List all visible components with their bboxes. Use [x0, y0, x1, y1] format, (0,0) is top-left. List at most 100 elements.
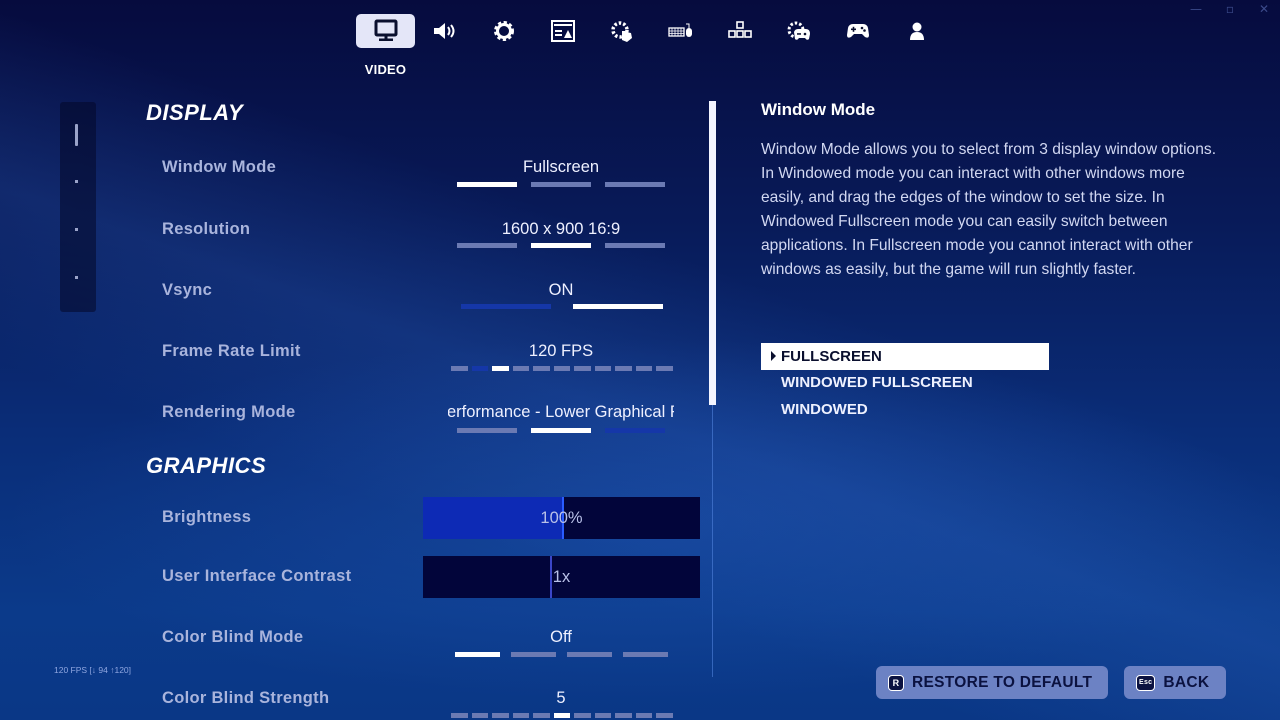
ui-layout-icon	[550, 20, 575, 42]
selector-segment[interactable]	[471, 713, 488, 718]
option-windowed[interactable]: WINDOWED	[761, 396, 1049, 423]
selector-segment[interactable]	[512, 713, 529, 718]
option-fullscreen[interactable]: FULLSCREEN	[761, 343, 1049, 370]
caret-right-icon	[771, 351, 776, 361]
scrollbar-track[interactable]	[712, 405, 713, 677]
color-blind-strength-selector[interactable]	[451, 713, 673, 718]
window-mode-selector[interactable]	[457, 182, 665, 187]
selector-segment[interactable]	[471, 366, 488, 371]
resolution-value[interactable]: 1600 x 900 16:9	[430, 220, 692, 239]
vsync-selector[interactable]	[461, 304, 663, 309]
selector-segment[interactable]	[457, 243, 517, 248]
section-title-graphics: GRAPHICS	[146, 453, 267, 478]
monitor-icon	[374, 19, 397, 41]
r-key-icon: R	[888, 674, 904, 691]
arrow-keys-icon	[727, 21, 752, 38]
back-button[interactable]: Esc BACK	[1124, 666, 1226, 699]
color-blind-strength-value[interactable]: 5	[430, 689, 692, 708]
tab-video[interactable]	[356, 14, 415, 48]
selector-segment[interactable]	[533, 366, 550, 371]
tab-account[interactable]	[887, 14, 946, 48]
description-title: Window Mode	[761, 100, 876, 119]
selector-segment[interactable]	[574, 713, 591, 718]
keyboard-mouse-icon	[667, 23, 692, 37]
selector-segment[interactable]	[461, 304, 551, 309]
selector-segment[interactable]	[623, 652, 668, 657]
vsync-value[interactable]: ON	[430, 281, 692, 300]
scrollbar-thumb[interactable]	[709, 101, 716, 405]
color-blind-mode-selector[interactable]	[455, 652, 668, 657]
window-mode-value[interactable]: Fullscreen	[430, 158, 692, 177]
ui-contrast-value: 1x	[552, 568, 571, 586]
selector-segment[interactable]	[573, 304, 663, 309]
rendering-mode-selector[interactable]	[457, 428, 665, 433]
section-indicator[interactable]	[75, 180, 78, 183]
touch-settings-icon	[610, 21, 632, 42]
selector-segment[interactable]	[656, 713, 673, 718]
selector-segment[interactable]	[457, 182, 517, 187]
section-indicator-active[interactable]	[75, 124, 78, 146]
tab-game[interactable]	[474, 14, 533, 48]
selector-segment[interactable]	[605, 428, 665, 433]
maximize-icon[interactable]: ▫	[1224, 2, 1236, 16]
fps-counter: 120 FPS [↓ 94 ↑120]	[54, 665, 132, 675]
tab-audio[interactable]	[415, 14, 474, 48]
resolution-selector[interactable]	[457, 243, 665, 248]
window-controls: — ▫ ✕	[1190, 2, 1270, 16]
tab-controller[interactable]	[828, 14, 887, 48]
selector-segment[interactable]	[455, 652, 500, 657]
selector-segment[interactable]	[451, 366, 468, 371]
selector-segment[interactable]	[567, 652, 612, 657]
selector-segment[interactable]	[615, 713, 632, 718]
vsync-label: Vsync	[162, 281, 213, 299]
selector-segment[interactable]	[574, 366, 591, 371]
selector-segment[interactable]	[531, 182, 591, 187]
brightness-slider[interactable]: 100%	[423, 497, 700, 539]
tab-touch[interactable]	[592, 14, 651, 48]
option-windowed-fullscreen[interactable]: WINDOWED FULLSCREEN	[761, 370, 1049, 397]
selector-segment[interactable]	[594, 713, 611, 718]
account-icon	[909, 22, 924, 40]
selector-segment[interactable]	[605, 182, 665, 187]
section-indicator[interactable]	[75, 276, 78, 279]
active-tab-label: VIDEO	[364, 62, 407, 77]
selector-segment[interactable]	[553, 713, 570, 718]
selector-segment[interactable]	[492, 713, 509, 718]
restore-to-default-button[interactable]: R RESTORE TO DEFAULT	[876, 666, 1108, 699]
close-icon[interactable]: ✕	[1258, 2, 1270, 16]
tab-accessibility[interactable]	[533, 14, 592, 48]
selector-segment[interactable]	[594, 366, 611, 371]
frame-rate-limit-label: Frame Rate Limit	[162, 342, 301, 360]
selector-segment[interactable]	[635, 366, 652, 371]
rendering-mode-label: Rendering Mode	[162, 403, 296, 421]
tab-controls[interactable]	[710, 14, 769, 48]
rendering-mode-value[interactable]: Performance - Lower Graphical Fidelity	[448, 403, 674, 422]
minimize-icon[interactable]: —	[1190, 2, 1202, 16]
description-body: Window Mode allows you to select from 3 …	[761, 141, 1217, 278]
selector-segment[interactable]	[531, 428, 591, 433]
color-blind-mode-value[interactable]: Off	[430, 628, 692, 647]
selector-segment[interactable]	[512, 366, 529, 371]
selector-segment[interactable]	[492, 366, 509, 371]
ui-contrast-slider[interactable]: 1x	[423, 556, 700, 598]
speaker-icon	[433, 23, 454, 39]
selector-segment[interactable]	[531, 243, 591, 248]
frame-rate-limit-value[interactable]: 120 FPS	[430, 342, 692, 361]
selector-segment[interactable]	[635, 713, 652, 718]
tab-keyboard-mouse[interactable]	[651, 14, 710, 48]
tab-controller-settings[interactable]	[769, 14, 828, 48]
frame-rate-limit-selector[interactable]	[451, 366, 673, 371]
window-mode-options-list: FULLSCREEN WINDOWED FULLSCREEN WINDOWED	[761, 343, 1049, 423]
gear-icon	[493, 21, 514, 41]
section-navigator[interactable]	[60, 102, 96, 312]
settings-tab-bar	[356, 14, 946, 48]
selector-segment[interactable]	[511, 652, 556, 657]
selector-segment[interactable]	[533, 713, 550, 718]
selector-segment[interactable]	[553, 366, 570, 371]
selector-segment[interactable]	[615, 366, 632, 371]
selector-segment[interactable]	[457, 428, 517, 433]
selector-segment[interactable]	[605, 243, 665, 248]
selector-segment[interactable]	[451, 713, 468, 718]
selector-segment[interactable]	[656, 366, 673, 371]
section-indicator[interactable]	[75, 228, 78, 231]
